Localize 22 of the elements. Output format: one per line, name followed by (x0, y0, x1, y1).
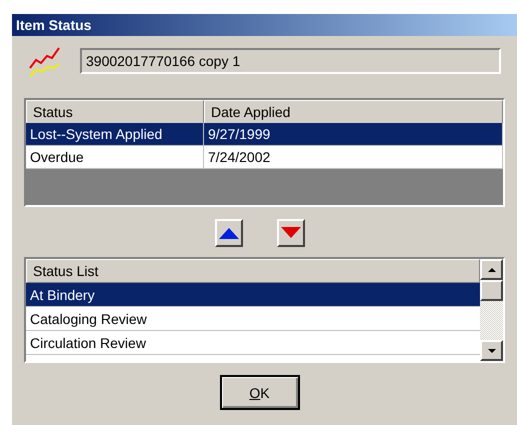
list-item[interactable]: Cataloging Review (26, 307, 480, 331)
window-title: Item Status (12, 14, 517, 36)
scroll-down-button[interactable] (480, 340, 503, 361)
column-header[interactable]: Status (26, 100, 204, 124)
list-item[interactable]: At Bindery (26, 283, 480, 307)
up-triangle-icon (218, 227, 238, 239)
down-triangle-icon (280, 227, 300, 239)
ok-button[interactable]: OK (220, 375, 300, 410)
table-cell[interactable]: Lost--System Applied (26, 123, 204, 146)
move-down-button[interactable] (276, 219, 304, 247)
down-arrow-icon (488, 348, 496, 352)
table-cell[interactable]: Overdue (26, 146, 204, 169)
up-arrow-icon (488, 268, 496, 272)
scroll-up-button[interactable] (480, 259, 503, 280)
column-header[interactable]: Status List (26, 259, 480, 283)
table-cell[interactable]: 9/27/1999 (204, 123, 503, 146)
list-item[interactable]: Circulation Review (26, 331, 480, 355)
column-header[interactable]: Date Applied (204, 100, 503, 124)
move-up-button[interactable] (214, 219, 242, 247)
table-cell[interactable]: 7/24/2002 (204, 146, 503, 169)
scroll-thumb[interactable] (480, 280, 503, 301)
item-field[interactable]: 39002017770166 copy 1 (80, 48, 501, 74)
